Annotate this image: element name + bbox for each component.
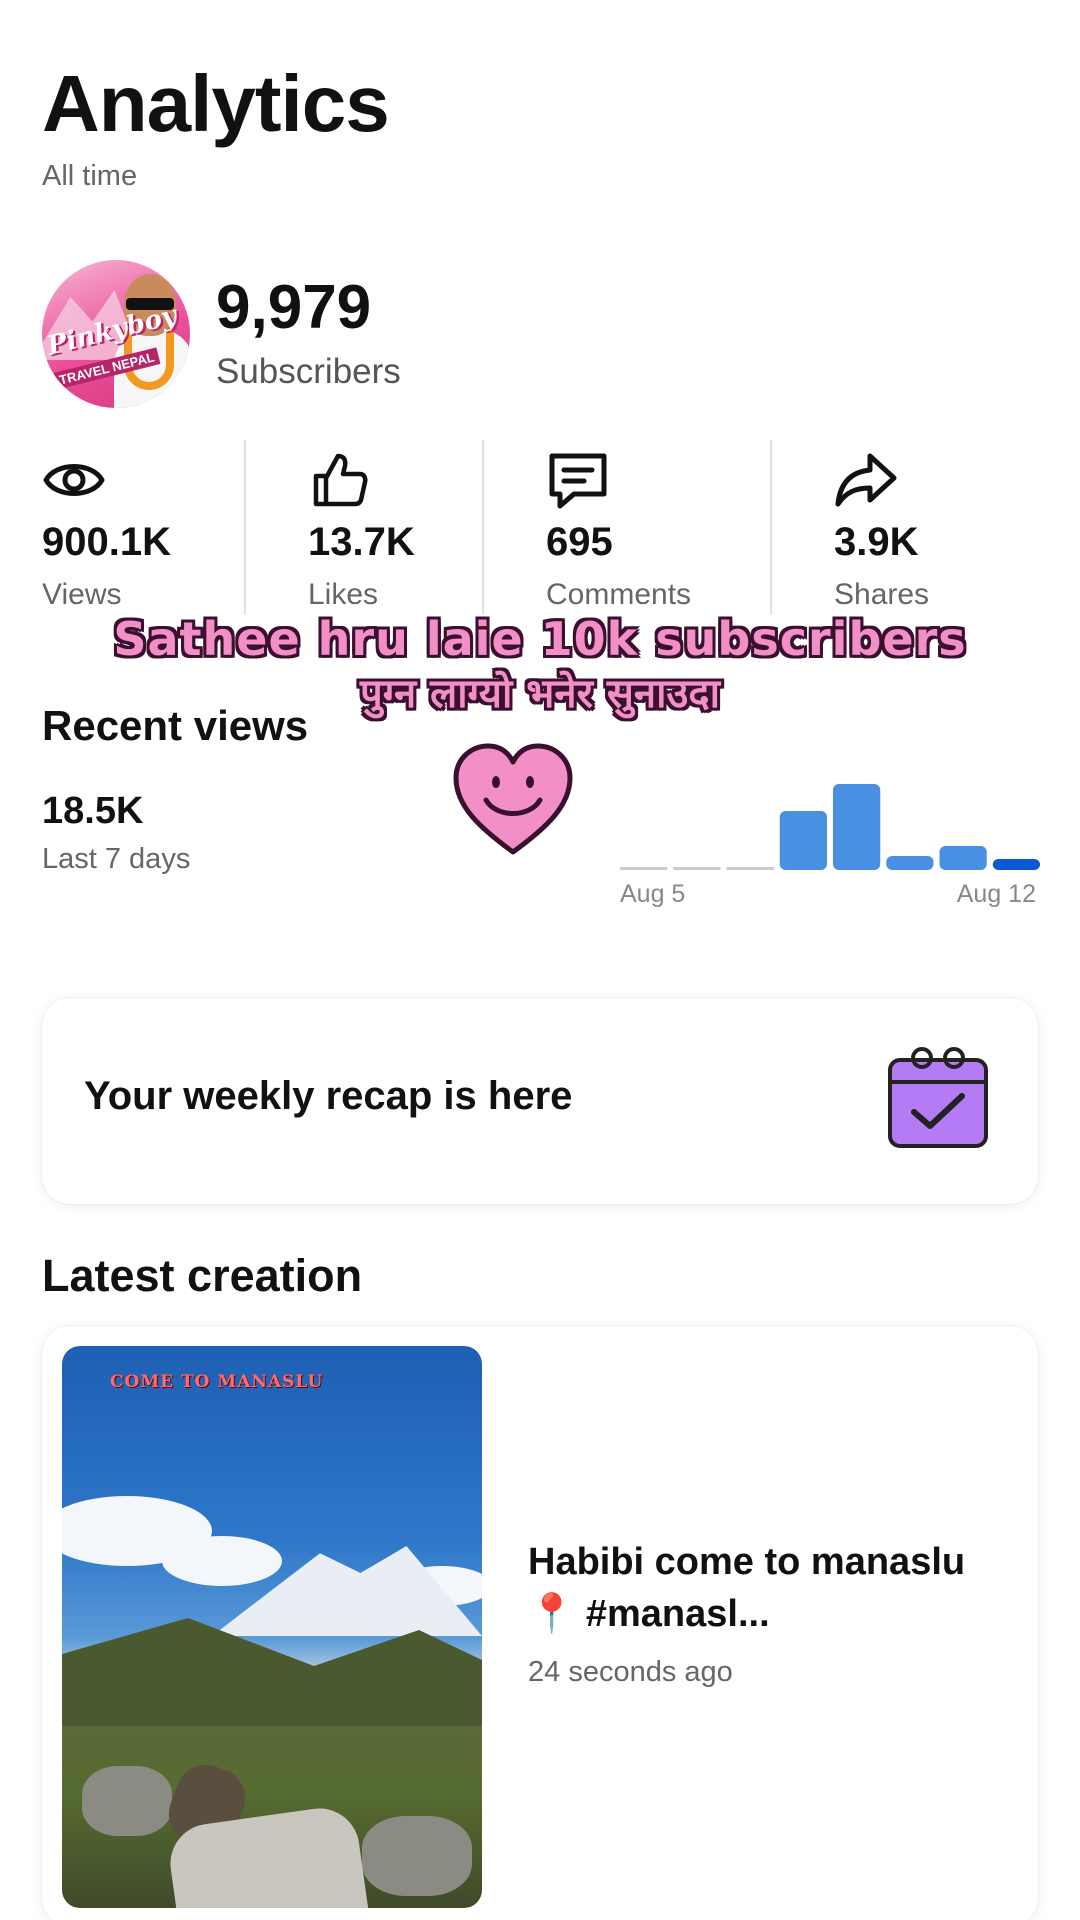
weekly-recap-text: Your weekly recap is here xyxy=(84,1074,573,1118)
latest-creation-card[interactable]: COME TO MANASLU Habibi come to manaslu 📍… xyxy=(42,1326,1038,1920)
video-title[interactable]: Habibi come to manaslu 📍 #manasl... xyxy=(528,1536,1008,1640)
rock-art xyxy=(362,1816,472,1896)
rock-art xyxy=(82,1766,172,1836)
share-icon xyxy=(835,453,897,507)
weekly-recap-card[interactable]: Your weekly recap is here xyxy=(42,998,1038,1204)
chart-bar-aug-10 xyxy=(886,856,934,870)
recent-views-title: Recent views xyxy=(42,702,309,749)
chart-x-end-label: Aug 12 xyxy=(956,880,1036,908)
chart-bar-aug-9 xyxy=(833,784,881,870)
cloud-art xyxy=(162,1536,282,1586)
chart-bar-aug-8 xyxy=(779,811,827,870)
avatar[interactable]: Pinkyboy TRAVEL NEPAL xyxy=(42,260,190,408)
subscriber-count: 9,979 xyxy=(216,273,372,342)
thumbs-up-icon xyxy=(313,453,368,507)
chart-bar-aug-12 xyxy=(992,859,1040,870)
eye-icon xyxy=(43,464,105,496)
thumbnail-caption: COME TO MANASLU xyxy=(110,1372,324,1392)
latest-creation-title: Latest creation xyxy=(42,1250,363,1301)
sticker-text-line-1: Sathee hru laie 10k subscribers xyxy=(113,612,967,666)
calendar-check-icon xyxy=(888,1047,988,1148)
comment-icon xyxy=(549,453,607,509)
chart-bar-aug-6 xyxy=(673,867,721,870)
stat-divider xyxy=(770,440,772,615)
subscriber-label: Subscribers xyxy=(216,352,401,391)
chart-bar-aug-7 xyxy=(726,867,774,870)
stat-label: Likes xyxy=(308,578,379,611)
stat-divider xyxy=(482,440,484,615)
recent-views-count: 18.5K xyxy=(42,790,144,832)
video-timestamp: 24 seconds ago xyxy=(528,1656,733,1688)
stat-value: 695 xyxy=(546,520,613,564)
video-thumbnail[interactable]: COME TO MANASLU xyxy=(62,1346,482,1908)
time-range-label[interactable]: All time xyxy=(42,160,137,193)
chart-bar-aug-5 xyxy=(620,867,668,870)
chart-bar-aug-11 xyxy=(939,846,987,870)
recent-views-period: Last 7 days xyxy=(42,843,191,875)
page-title: Analytics xyxy=(42,59,390,148)
stat-label: Shares xyxy=(834,578,930,611)
chart-x-start-label: Aug 5 xyxy=(620,880,686,908)
stat-divider xyxy=(244,440,246,615)
chart-bars xyxy=(620,784,1040,870)
stat-label: Views xyxy=(42,578,122,611)
stat-value: 3.9K xyxy=(834,520,919,564)
smiley-heart-icon xyxy=(453,743,573,855)
stat-label: Comments xyxy=(546,578,692,611)
stats-row: 900.1K Views 13.7K Likes 695 Comments 3.… xyxy=(0,440,1080,615)
stat-value: 13.7K xyxy=(308,520,415,564)
stat-value: 900.1K xyxy=(42,520,171,564)
